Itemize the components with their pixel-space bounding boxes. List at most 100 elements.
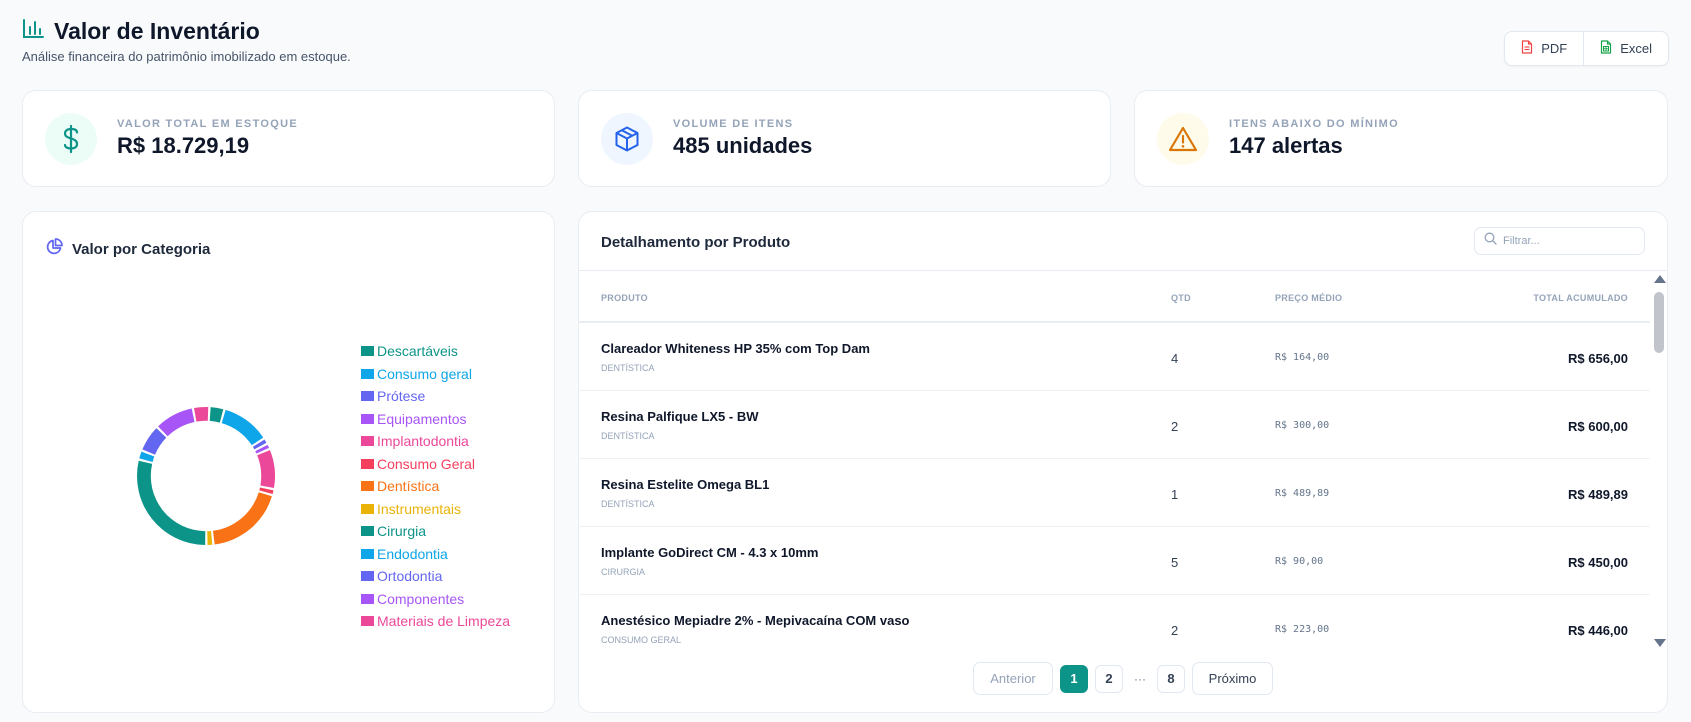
legend-item[interactable]: Cirurgia xyxy=(361,520,510,543)
legend-item[interactable]: Instrumentais xyxy=(361,498,510,521)
legend-swatch xyxy=(361,548,374,559)
legend-label: Equipamentos xyxy=(377,410,467,427)
legend-item[interactable]: Equipamentos xyxy=(361,408,510,431)
products-panel: Detalhamento por Produto PRODUTO QTD PRE… xyxy=(578,211,1668,713)
product-total: R$ 446,00 xyxy=(1568,623,1628,638)
legend-label: Dentística xyxy=(377,478,440,495)
product-qty: 2 xyxy=(1171,623,1179,638)
table-scrollbar[interactable] xyxy=(1651,275,1667,647)
product-qty: 2 xyxy=(1171,419,1179,434)
product-avg-price: R$ 90,00 xyxy=(1275,556,1324,567)
table-row[interactable]: Implante GoDirect CM - 4.3 x 10mm CIRURG… xyxy=(579,527,1650,595)
page-title: Valor de Inventário xyxy=(54,18,260,44)
stat-value: R$ 18.729,19 xyxy=(117,133,250,158)
pdf-file-icon xyxy=(1521,40,1533,57)
export-group: PDF Excel xyxy=(1504,31,1669,66)
pie-chart-icon xyxy=(45,238,63,260)
scroll-down-arrow-icon[interactable] xyxy=(1654,639,1666,647)
legend-label: Descartáveis xyxy=(377,343,458,360)
donut-slice[interactable] xyxy=(142,428,167,455)
column-header-total: TOTAL ACUMULADO xyxy=(1533,293,1628,303)
export-excel-label: Excel xyxy=(1620,41,1652,56)
page-button-1[interactable]: 1 xyxy=(1060,664,1088,693)
column-header-avg-price: PREÇO MÉDIO xyxy=(1275,293,1343,303)
product-name: Anestésico Mepiadre 2% - Mepivacaína COM… xyxy=(601,613,910,628)
legend-label: Consumo Geral xyxy=(377,455,476,472)
stat-label: VALOR TOTAL EM ESTOQUE xyxy=(117,118,298,130)
box-icon xyxy=(601,112,653,165)
search-icon xyxy=(1484,232,1497,250)
legend-item[interactable]: Dentística xyxy=(361,475,510,498)
legend-label: Endodontia xyxy=(377,545,448,562)
filter-field[interactable] xyxy=(1474,227,1645,255)
donut-slice[interactable] xyxy=(209,407,224,423)
legend-label: Componentes xyxy=(377,590,465,607)
product-qty: 5 xyxy=(1171,555,1179,570)
legend-swatch xyxy=(361,436,374,447)
product-qty: 1 xyxy=(1171,487,1179,502)
legend-label: Consumo geral xyxy=(377,365,472,382)
donut-slice[interactable] xyxy=(158,408,195,437)
donut-slice[interactable] xyxy=(207,530,213,545)
prev-page-button[interactable]: Anterior xyxy=(973,662,1053,695)
legend-item[interactable]: Implantodontia xyxy=(361,430,510,453)
pagination: Anterior 1 2 ··· 8 Próximo xyxy=(579,662,1667,695)
legend-swatch xyxy=(361,571,374,582)
product-qty: 4 xyxy=(1171,351,1179,366)
legend-item[interactable]: Descartáveis xyxy=(361,340,510,363)
donut-slice[interactable] xyxy=(137,460,206,545)
filter-input[interactable] xyxy=(1503,235,1633,247)
legend-item[interactable]: Endodontia xyxy=(361,543,510,566)
category-panel-header: Valor por Categoria xyxy=(45,238,210,260)
bar-chart-icon xyxy=(22,19,44,44)
legend-swatch xyxy=(361,481,374,492)
product-name: Implante GoDirect CM - 4.3 x 10mm xyxy=(601,545,819,560)
table-body: Clareador Whiteness HP 35% com Top Dam D… xyxy=(579,323,1650,650)
legend-item[interactable]: Consumo Geral xyxy=(361,453,510,476)
product-total: R$ 489,89 xyxy=(1568,487,1628,502)
stat-card-item-volume: VOLUME DE ITENS 485 unidades xyxy=(578,90,1111,187)
scroll-up-arrow-icon[interactable] xyxy=(1654,275,1666,283)
table-row[interactable]: Anestésico Mepiadre 2% - Mepivacaína COM… xyxy=(579,595,1650,650)
stat-label: ITENS ABAIXO DO MÍNIMO xyxy=(1229,118,1399,130)
page-subtitle: Análise financeira do patrimônio imobili… xyxy=(22,49,351,64)
table-row[interactable]: Resina Palfique LX5 - BW DENTÍSTICA 2 R$… xyxy=(579,391,1650,459)
product-category: DENTÍSTICA xyxy=(601,499,655,509)
table-row[interactable]: Resina Estelite Omega BL1 DENTÍSTICA 1 R… xyxy=(579,459,1650,527)
legend-swatch xyxy=(361,368,374,379)
product-avg-price: R$ 223,00 xyxy=(1275,624,1330,635)
column-header-product: PRODUTO xyxy=(601,293,648,303)
donut-slice[interactable] xyxy=(221,409,264,446)
export-pdf-button[interactable]: PDF xyxy=(1505,32,1583,65)
legend-item[interactable]: Componentes xyxy=(361,588,510,611)
legend-item[interactable]: Ortodontia xyxy=(361,565,510,588)
table-row[interactable]: Clareador Whiteness HP 35% com Top Dam D… xyxy=(579,323,1650,391)
product-category: DENTÍSTICA xyxy=(601,363,655,373)
legend-item[interactable]: Materiais de Limpeza xyxy=(361,610,510,633)
export-excel-button[interactable]: Excel xyxy=(1583,32,1668,65)
page-button-8[interactable]: 8 xyxy=(1157,664,1185,693)
spreadsheet-file-icon xyxy=(1600,40,1612,57)
legend-swatch xyxy=(361,391,374,402)
legend-swatch xyxy=(361,526,374,537)
legend-item[interactable]: Prótese xyxy=(361,385,510,408)
scrollbar-thumb[interactable] xyxy=(1654,292,1664,353)
donut-slice[interactable] xyxy=(212,492,272,545)
page-button-2[interactable]: 2 xyxy=(1095,664,1123,693)
next-page-button[interactable]: Próximo xyxy=(1192,662,1273,695)
stat-label: VOLUME DE ITENS xyxy=(673,118,794,130)
legend-item[interactable]: Consumo geral xyxy=(361,363,510,386)
product-total: R$ 450,00 xyxy=(1568,555,1628,570)
dollar-icon xyxy=(45,112,97,165)
chart-legend: Descartáveis Consumo geral Prótese Equipame… xyxy=(361,340,510,633)
product-total: R$ 656,00 xyxy=(1568,351,1628,366)
column-header-qty: QTD xyxy=(1171,293,1191,303)
donut-slice[interactable] xyxy=(194,407,209,422)
product-name: Resina Palfique LX5 - BW xyxy=(601,409,759,424)
product-category: CONSUMO GERAL xyxy=(601,635,682,645)
donut-slice[interactable] xyxy=(259,487,274,494)
stat-card-low-stock: ITENS ABAIXO DO MÍNIMO 147 alertas xyxy=(1134,90,1668,187)
donut-slice[interactable] xyxy=(257,450,275,488)
alert-triangle-icon xyxy=(1157,112,1209,165)
pagination-ellipsis: ··· xyxy=(1134,671,1146,686)
